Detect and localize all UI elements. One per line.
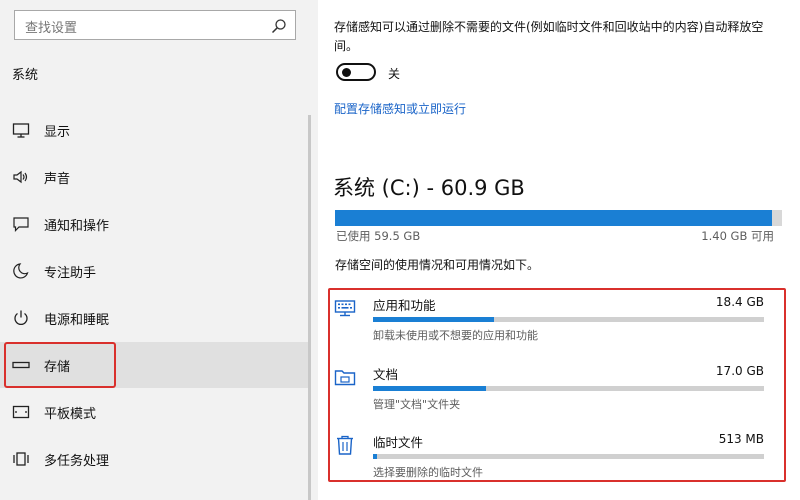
sidebar-item-power[interactable]: 电源和睡眠 <box>0 295 310 341</box>
category-name: 应用和功能 <box>373 298 436 313</box>
toggle-knob <box>342 68 351 77</box>
sidebar: 查找设置 系统 显示 声音 通知和操作 专注助手 电源和睡眠 存储 平板模式 多… <box>0 0 318 500</box>
category-bar <box>373 454 764 459</box>
sidebar-item-multitasking[interactable]: 多任务处理 <box>0 436 310 482</box>
search-icon[interactable] <box>271 18 287 34</box>
storage-page: 存储感知可以通过删除不需要的文件(例如临时文件和回收站中的内容)自动释放空间。 … <box>318 0 800 500</box>
apps-icon <box>334 300 356 317</box>
sidebar-item-sound[interactable]: 声音 <box>0 154 310 200</box>
storage-sense-description: 存储感知可以通过删除不需要的文件(例如临时文件和回收站中的内容)自动释放空间。 <box>334 20 764 53</box>
drive-usage-bar <box>335 210 782 226</box>
multitask-icon <box>13 452 29 466</box>
configure-storage-sense-link[interactable]: 配置存储感知或立即运行 <box>334 100 466 117</box>
storage-sense-toggle[interactable] <box>336 63 376 81</box>
drive-usage-fill <box>335 210 772 226</box>
tablet-icon <box>12 405 30 419</box>
section-title: 系统 <box>12 68 39 83</box>
category-bar <box>373 317 764 322</box>
sidebar-item-label: 多任务处理 <box>44 454 110 469</box>
sidebar-item-notifications[interactable]: 通知和操作 <box>0 201 310 247</box>
sidebar-item-label: 平板模式 <box>44 407 97 422</box>
category-fill <box>373 317 495 322</box>
category-description: 管理"文档"文件夹 <box>373 398 461 411</box>
category-size: 513 MB <box>718 432 764 446</box>
monitor-icon <box>12 123 30 138</box>
toggle-state-label: 关 <box>388 67 401 81</box>
trash-icon <box>337 435 353 455</box>
sidebar-item-tablet-mode[interactable]: 平板模式 <box>0 389 310 435</box>
sidebar-item-label: 专注助手 <box>44 266 97 281</box>
sidebar-scrollbar[interactable] <box>308 115 311 500</box>
category-size: 18.4 GB <box>715 295 764 309</box>
category-temp-files[interactable]: 临时文件 513 MB 选择要删除的临时文件 <box>318 428 800 490</box>
category-bar <box>373 386 764 391</box>
sidebar-item-label: 通知和操作 <box>44 219 110 234</box>
sidebar-item-label: 声音 <box>44 172 71 187</box>
sidebar-item-label: 显示 <box>44 125 71 140</box>
moon-icon <box>13 263 29 279</box>
highlight-box <box>4 342 116 388</box>
category-description: 卸载未使用或不想要的应用和功能 <box>373 329 538 342</box>
drive-title: 系统 (C:) - 60.9 GB <box>333 176 525 200</box>
folder-icon <box>334 370 356 386</box>
power-icon <box>14 310 28 325</box>
notification-icon <box>13 217 29 232</box>
category-fill <box>373 454 377 459</box>
free-space-label: 1.40 GB 可用 <box>701 229 774 243</box>
sidebar-item-label: 电源和睡眠 <box>44 313 110 328</box>
search-input[interactable]: 查找设置 <box>14 10 296 40</box>
category-name: 临时文件 <box>373 435 424 450</box>
category-name: 文档 <box>373 367 399 382</box>
search-placeholder: 查找设置 <box>25 21 78 36</box>
category-documents[interactable]: 文档 17.0 GB 管理"文档"文件夹 <box>318 360 800 422</box>
sidebar-item-focus-assist[interactable]: 专注助手 <box>0 248 310 294</box>
category-fill <box>373 386 487 391</box>
speaker-icon <box>13 170 28 184</box>
usage-intro: 存储空间的使用情况和可用情况如下。 <box>335 258 540 272</box>
category-apps[interactable]: 应用和功能 18.4 GB 卸载未使用或不想要的应用和功能 <box>318 291 800 353</box>
sidebar-item-display[interactable]: 显示 <box>0 107 310 153</box>
used-space-label: 已使用 59.5 GB <box>336 229 421 243</box>
category-description: 选择要删除的临时文件 <box>373 466 483 479</box>
category-size: 17.0 GB <box>715 364 764 378</box>
